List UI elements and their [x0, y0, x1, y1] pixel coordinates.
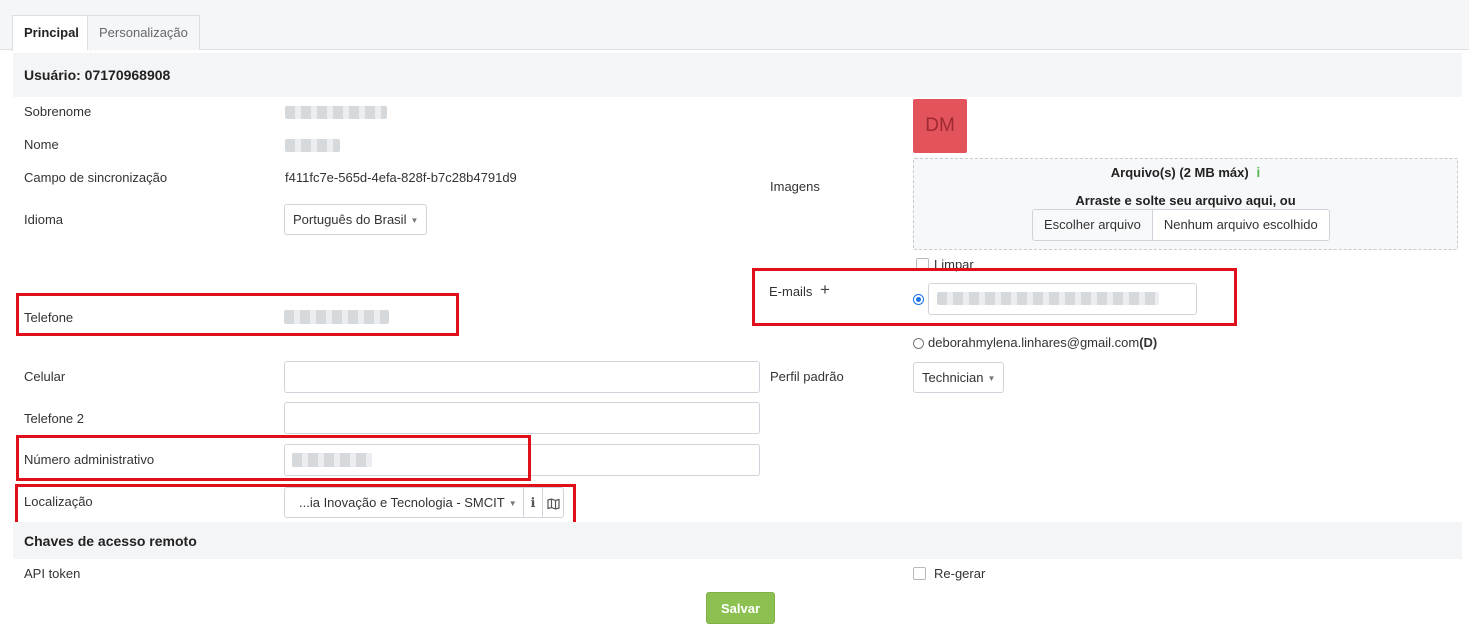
no-file-text: Nenhum arquivo escolhido: [1152, 209, 1330, 241]
upload-title-row: Arquivo(s) (2 MB máx) i: [913, 164, 1458, 180]
imagens-label: Imagens: [770, 179, 820, 194]
numero-admin-label: Número administrativo: [24, 452, 155, 467]
map-icon[interactable]: [543, 488, 563, 517]
user-header: Usuário: 07170968908: [13, 53, 1462, 97]
chevron-down-icon: ▼: [410, 216, 419, 226]
idioma-label: Idioma: [24, 212, 64, 227]
secondary-email-address: deborahmylena.linhares@gmail.com: [928, 335, 1140, 350]
tab-bar: [0, 0, 1469, 50]
secondary-email-suffix: (D): [1139, 335, 1158, 350]
chevron-down-icon: ▼: [987, 374, 996, 384]
sync-field-label: Campo de sincronização: [24, 170, 168, 185]
nome-label: Nome: [24, 137, 59, 152]
secondary-email: deborahmylena.linhares@gmail.com(D): [928, 335, 1157, 350]
secondary-email-radio[interactable]: [913, 338, 924, 349]
perfil-value: Technician: [922, 370, 984, 385]
api-token-label: API token: [24, 566, 81, 581]
info-icon[interactable]: ℹ: [524, 488, 544, 517]
upload-drag-text: Arraste e solte seu arquivo aqui, ou: [1075, 193, 1296, 208]
perfil-label: Perfil padrão: [770, 369, 844, 384]
localizacao-value: ...ia Inovação e Tecnologia - SMCIT: [299, 495, 505, 510]
celular-input[interactable]: [284, 361, 760, 393]
telefone-label: Telefone: [24, 310, 74, 325]
upload-title: Arquivo(s) (2 MB máx): [1110, 165, 1249, 180]
telefone2-label: Telefone 2: [24, 411, 84, 426]
nome-value-redacted: [285, 139, 340, 152]
perfil-select[interactable]: Technician ▼: [913, 362, 1005, 393]
sync-field-value: f411fc7e-565d-4efa-828f-b7c28b4791d9: [285, 170, 517, 185]
celular-label: Celular: [24, 369, 66, 384]
idioma-select[interactable]: Português do Brasil ▼: [284, 204, 428, 235]
chevron-down-icon: ▼: [508, 499, 517, 509]
regerar-checkbox[interactable]: [913, 567, 926, 580]
sobrenome-label: Sobrenome: [24, 104, 92, 119]
choose-file-button[interactable]: Escolher arquivo: [1032, 209, 1153, 241]
telefone-value-redacted: [284, 310, 389, 324]
primary-email-radio[interactable]: [913, 294, 924, 305]
tab-personalizacao[interactable]: Personalização: [87, 15, 200, 50]
save-button[interactable]: Salvar: [706, 592, 775, 624]
idioma-value: Português do Brasil: [293, 212, 407, 227]
localizacao-select[interactable]: ...ia Inovação e Tecnologia - SMCIT ▼ ℹ: [284, 487, 564, 518]
tab-principal[interactable]: Principal: [12, 15, 91, 51]
primary-email-redacted: [937, 292, 1159, 305]
emails-label: E-mails: [769, 284, 813, 299]
localizacao-dropdown[interactable]: ...ia Inovação e Tecnologia - SMCIT ▼: [285, 488, 524, 517]
sobrenome-value-redacted: [285, 106, 387, 119]
localizacao-label: Localização: [24, 494, 93, 509]
add-icon[interactable]: +: [820, 281, 830, 298]
avatar: DM: [913, 99, 967, 153]
file-input[interactable]: Escolher arquivo Nenhum arquivo escolhid…: [1032, 209, 1330, 241]
telefone-highlight: [16, 293, 459, 336]
info-icon[interactable]: i: [1256, 164, 1260, 180]
regerar-label: Re-gerar: [934, 566, 986, 581]
telefone2-input[interactable]: [284, 402, 760, 434]
remote-access-header: Chaves de acesso remoto: [13, 522, 1462, 559]
